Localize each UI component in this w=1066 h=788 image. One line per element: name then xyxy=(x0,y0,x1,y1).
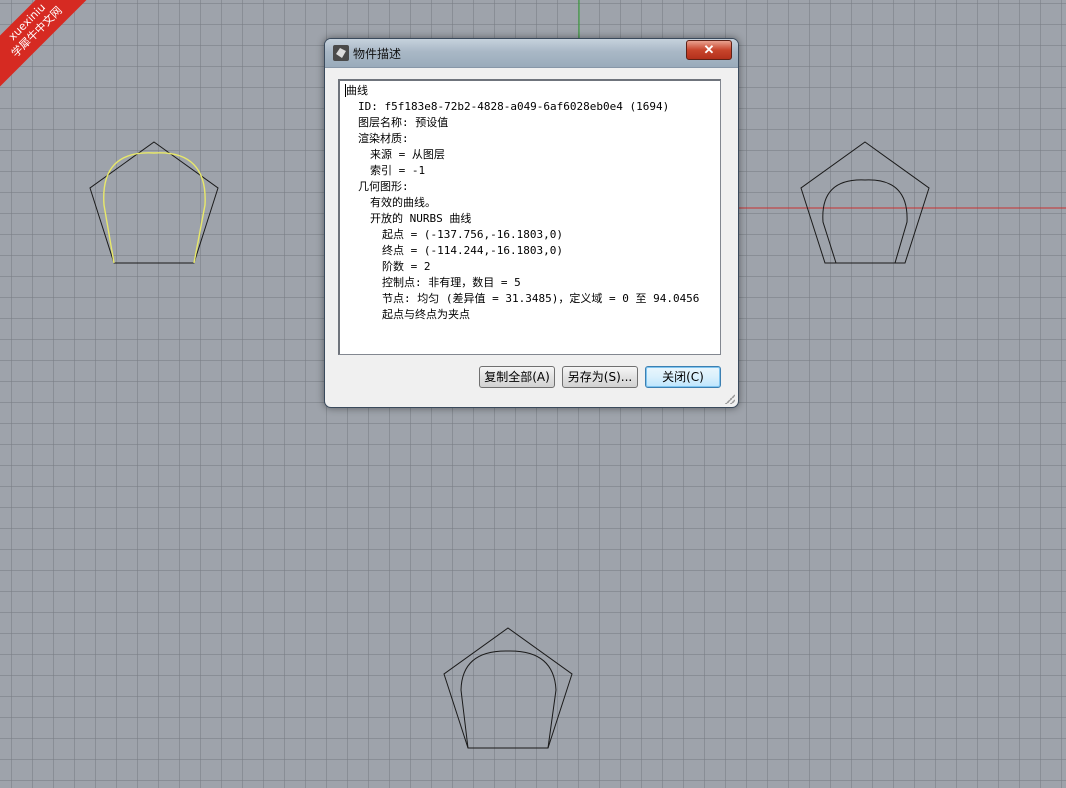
pentagon-bottom[interactable] xyxy=(443,627,573,749)
desc-line: 起点与终点为夹点 xyxy=(382,308,470,321)
save-as-button[interactable]: 另存为(S)... xyxy=(562,366,638,388)
desc-line: 有效的曲线。 xyxy=(370,196,436,209)
dialog-titlebar[interactable]: 物件描述 ✕ xyxy=(325,39,738,68)
copy-all-button[interactable]: 复制全部(A) xyxy=(479,366,555,388)
selected-curve[interactable] xyxy=(103,152,206,264)
close-icon[interactable]: ✕ xyxy=(686,40,732,60)
desc-line: 终点 = (-114.244,-16.1803,0) xyxy=(382,244,563,257)
desc-line: 开放的 NURBS 曲线 xyxy=(370,212,472,225)
desc-line: 控制点: 非有理，数目 = 5 xyxy=(382,276,521,289)
pentagon-right[interactable] xyxy=(800,141,930,264)
desc-line: 曲线 xyxy=(345,84,368,97)
close-button[interactable]: 关闭(C) xyxy=(645,366,721,388)
resize-grip[interactable] xyxy=(725,394,735,404)
desc-line: 索引 = -1 xyxy=(370,164,426,177)
desc-line: 几何图形: xyxy=(358,180,409,193)
object-properties-dialog[interactable]: 物件描述 ✕ 曲线 ID: f5f183e8-72b2-4828-a049-6a… xyxy=(324,38,739,408)
desc-line: 渲染材质: xyxy=(358,132,409,145)
desc-line: 图层名称: 预设值 xyxy=(358,116,449,129)
desc-line: ID: f5f183e8-72b2-4828-a049-6af6028eb0e4… xyxy=(358,100,670,113)
pentagon-left[interactable] xyxy=(89,141,219,264)
description-textbox[interactable]: 曲线 ID: f5f183e8-72b2-4828-a049-6af6028eb… xyxy=(338,79,721,355)
desc-line: 节点: 均匀 (差异值 = 31.3485)，定义域 = 0 至 94.0456 xyxy=(382,292,700,305)
desc-line: 阶数 = 2 xyxy=(382,260,431,273)
desc-line: 起点 = (-137.756,-16.1803,0) xyxy=(382,228,563,241)
rhino-app-icon xyxy=(333,45,349,61)
dialog-title: 物件描述 xyxy=(353,47,402,61)
desc-line: 来源 = 从图层 xyxy=(370,148,445,161)
